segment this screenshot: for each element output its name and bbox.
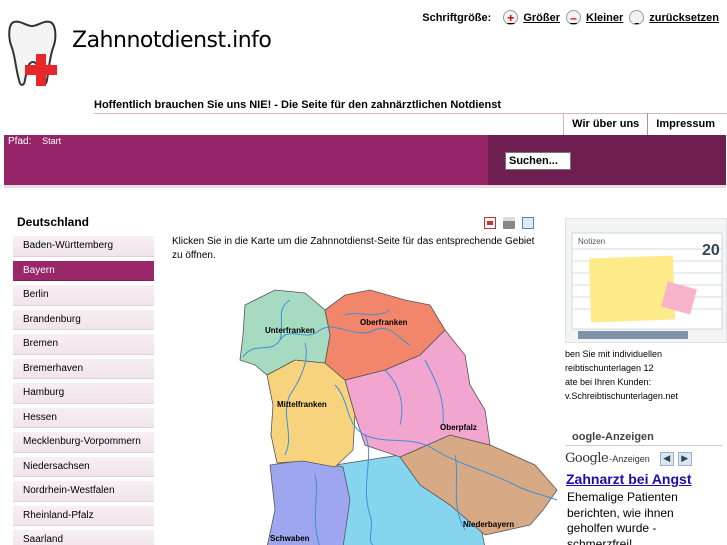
sidebar-item-baden-wuerttemberg[interactable]: Baden-Württemberg xyxy=(13,236,154,257)
map-instructions: Klicken Sie in die Karte um die Zahnnotd… xyxy=(172,236,535,261)
ad-headline-link[interactable]: Zahnarzt bei Angst xyxy=(566,471,692,487)
sidebar-item-niedersachsen[interactable]: Niedersachsen xyxy=(13,456,154,477)
sidebar-item-nordrhein-westfalen[interactable]: Nordrhein-Westfalen xyxy=(13,481,154,502)
ad-text-block[interactable]: ben Sie mit individuellen reibtischunter… xyxy=(565,347,727,403)
next-arrow-icon[interactable]: ▶ xyxy=(677,451,692,466)
label-schwaben: Schwaben xyxy=(270,534,310,543)
document-tools xyxy=(484,217,534,229)
font-reset-text: zurücksetzen xyxy=(649,11,719,24)
sidebar-item-rheinland-pfalz[interactable]: Rheinland-Pfalz xyxy=(13,505,154,526)
breadcrumb-home-link[interactable]: Start xyxy=(42,136,61,146)
font-reset-link[interactable]: · zurücksetzen xyxy=(629,10,719,25)
notepad-ad-image[interactable]: Notizen 20 xyxy=(565,218,727,343)
google-ads-label[interactable]: -Anzeigen xyxy=(609,454,650,464)
nav-about-us[interactable]: Wir über uns xyxy=(563,113,647,136)
google-ads-bar: Google -Anzeigen ◀ ▶ xyxy=(565,451,727,466)
search-field[interactable]: Suchen... xyxy=(505,152,571,170)
label-unterfranken: Unterfranken xyxy=(265,326,315,335)
email-icon[interactable] xyxy=(522,217,534,229)
font-bigger-text: Größer xyxy=(523,11,560,24)
ad-image-caption: Notizen xyxy=(578,237,605,246)
reset-icon: · xyxy=(629,10,645,25)
label-mittelfranken: Mittelfranken xyxy=(277,400,327,409)
pdf-icon[interactable] xyxy=(484,217,496,229)
breadcrumb-label: Pfad: xyxy=(8,136,32,147)
minus-icon: – xyxy=(566,10,581,25)
font-smaller-link[interactable]: – Kleiner xyxy=(566,10,623,25)
sidebar-item-saarland[interactable]: Saarland xyxy=(13,530,154,545)
font-size-label: Schriftgröße: xyxy=(422,11,492,24)
region-schwaben[interactable] xyxy=(267,459,351,545)
prev-arrow-icon[interactable]: ◀ xyxy=(659,451,674,466)
sidebar-item-hamburg[interactable]: Hamburg xyxy=(13,383,154,404)
plus-icon: + xyxy=(503,10,519,25)
sidebar-item-brandenburg[interactable]: Brandenburg xyxy=(13,309,154,330)
font-smaller-text: Kleiner xyxy=(586,11,624,24)
sidebar-item-bremen[interactable]: Bremen xyxy=(13,334,154,355)
bavaria-region-map: Unterfranken Oberfranken Mittelfranken O… xyxy=(239,289,558,545)
font-bigger-link[interactable]: + Größer xyxy=(503,10,560,25)
ad-text-line: ben Sie mit individuellen xyxy=(565,349,663,359)
ad-description: Ehemalige Patienten berichten, wie ihnen… xyxy=(567,490,678,545)
sidebar-item-bremerhaven[interactable]: Bremerhaven xyxy=(13,358,154,379)
google-ads-divider xyxy=(565,445,723,446)
ad-text-line: v.Schreibtischunterlagen.net xyxy=(565,391,678,401)
google-ads-title: oogle-Anzeigen xyxy=(572,431,654,443)
tooth-cross-logo[interactable] xyxy=(6,16,74,92)
font-size-tools: Schriftgröße: + Größer –Kleiner · zurückse… xyxy=(422,10,719,25)
sidebar-item-bayern[interactable]: Bayern xyxy=(13,260,154,281)
print-icon[interactable] xyxy=(503,217,515,229)
google-logo[interactable]: Google xyxy=(565,451,609,466)
ad-text-line: ate bei Ihren Kunden: xyxy=(565,377,652,387)
state-list: Baden-Württemberg Bayern Berlin Brandenb… xyxy=(13,236,154,545)
sidebar-item-mecklenburg-vorpommern[interactable]: Mecklenburg-Vorpommern xyxy=(13,432,154,453)
site-name: Zahnnotdienst.info xyxy=(72,28,272,53)
breadcrumb: Pfad: Start xyxy=(8,136,61,147)
sidebar-title: Deutschland xyxy=(17,215,90,229)
sidebar-item-hessen[interactable]: Hessen xyxy=(13,407,154,428)
ad-text-line: reibtischunterlagen 12 xyxy=(565,363,654,373)
label-oberpfalz: Oberpfalz xyxy=(440,423,477,432)
top-navigation: Wir über uns Impressum xyxy=(563,113,723,136)
nav-imprint[interactable]: Impressum xyxy=(647,113,723,136)
label-niederbayern: Niederbayern xyxy=(463,520,514,529)
tagline: Hoffentlich brauchen Sie uns NIE! - Die … xyxy=(94,99,502,111)
ad-image-year: 20 xyxy=(702,242,720,259)
sidebar-item-berlin[interactable]: Berlin xyxy=(13,285,154,306)
header-shadow xyxy=(4,185,726,188)
label-oberfranken: Oberfranken xyxy=(360,318,408,327)
